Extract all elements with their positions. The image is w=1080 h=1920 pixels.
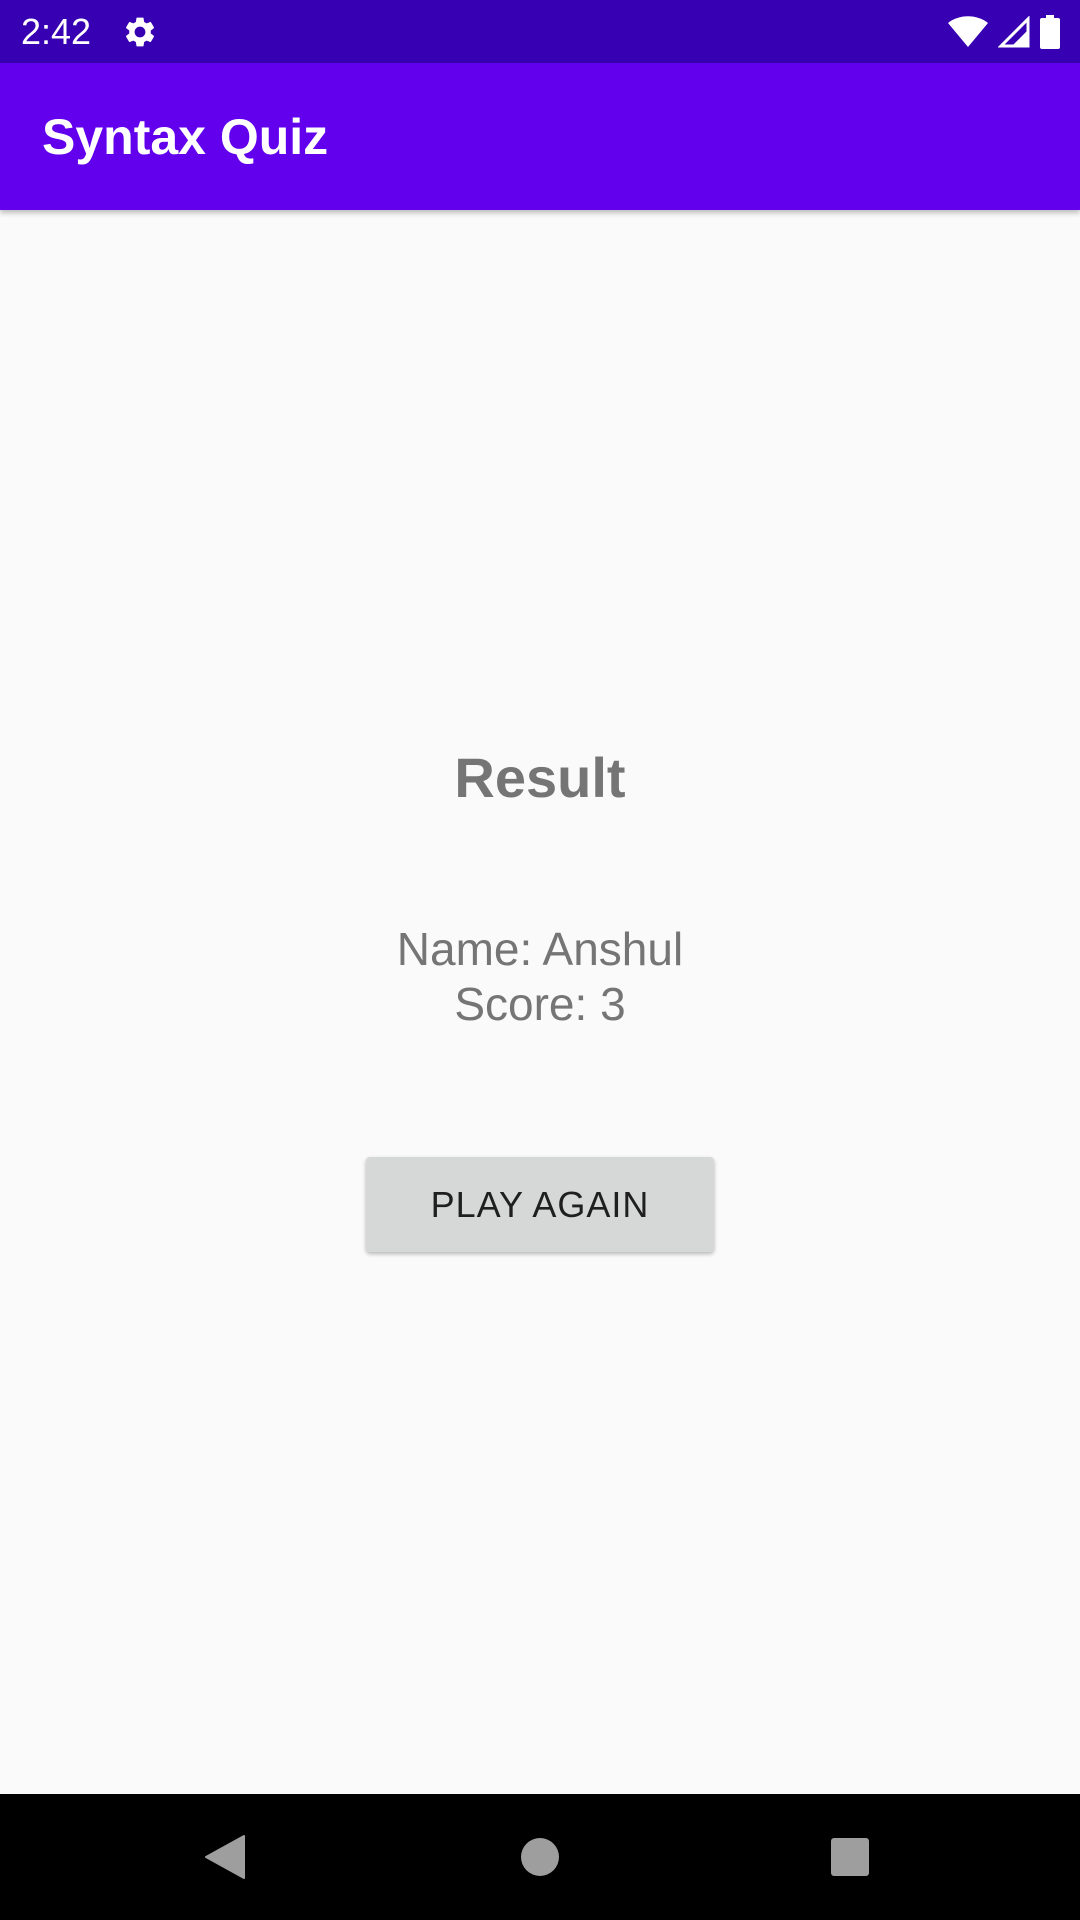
result-info: Name: Anshul Score: 3 [0,922,1080,1032]
result-score: Score: 3 [454,978,626,1030]
quiz-result-screen: 2:42 Syntax Quiz Result Name: Anshul Sco… [0,0,1080,1920]
status-bar: 2:42 [0,0,1080,63]
app-title: Syntax Quiz [42,109,329,165]
back-icon [205,1835,245,1879]
home-icon [521,1838,559,1876]
play-again-button[interactable]: PLAY AGAIN [366,1157,714,1252]
status-time: 2:42 [21,11,92,52]
result-name: Name: Anshul [396,923,684,975]
result-content: Result Name: Anshul Score: 3 PLAY AGAIN [0,210,1080,1794]
battery-icon [1040,15,1060,49]
settings-gear-icon [125,17,155,47]
navigation-bar [0,1794,1080,1920]
wifi-icon [948,16,988,47]
result-title: Result [454,746,626,809]
app-bar: Syntax Quiz [0,63,1080,210]
nav-home-button[interactable] [480,1794,600,1920]
nav-back-button[interactable] [165,1794,285,1920]
status-icons [948,13,1060,51]
recents-icon [831,1838,869,1876]
cell-signal-icon [998,16,1030,48]
nav-recents-button[interactable] [790,1794,910,1920]
